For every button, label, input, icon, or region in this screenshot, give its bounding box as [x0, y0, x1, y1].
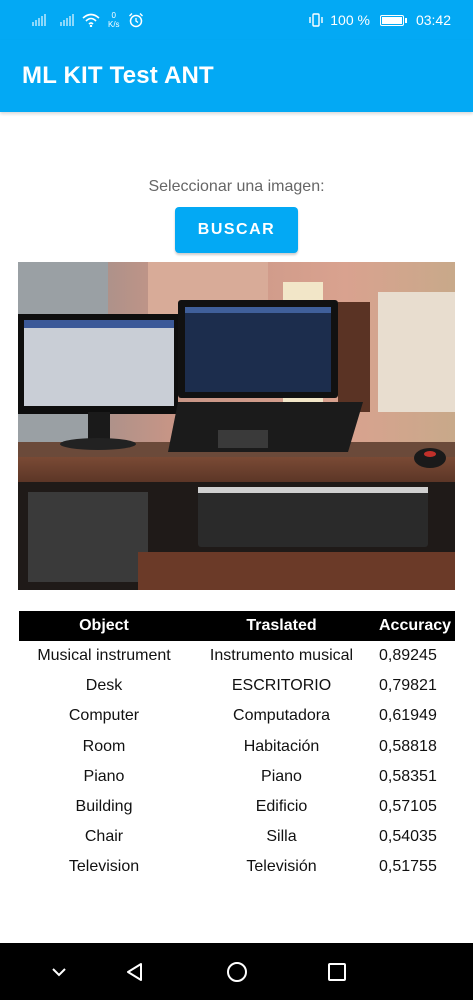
translated-cell: Piano	[261, 767, 302, 785]
header-translated: Traslated	[189, 611, 374, 641]
table-row: Television Televisión 0,51755	[19, 852, 455, 882]
object-cell: Musical instrument	[37, 647, 171, 665]
accuracy-cell: 0,57105	[379, 798, 437, 816]
navigation-bar	[0, 943, 473, 1000]
object-cell: Computer	[68, 707, 140, 725]
translated-cell: Televisión	[246, 858, 317, 876]
object-cell: Chair	[84, 828, 124, 846]
status-left: 0 K/s	[32, 10, 144, 30]
wifi-icon	[82, 13, 100, 27]
status-bar: 0 K/s 100 % 03:42	[0, 0, 473, 40]
app-bar: ML KIT Test ANT	[0, 40, 473, 112]
header-object: Object	[19, 611, 189, 641]
net-speed-unit: K/s	[108, 20, 120, 29]
selected-image	[18, 262, 455, 590]
object-cell: Desk	[85, 677, 123, 695]
vibrate-icon	[309, 13, 323, 27]
accuracy-cell: 0,89245	[379, 647, 437, 665]
collapse-button[interactable]	[44, 957, 74, 987]
recents-button[interactable]	[322, 957, 352, 987]
translated-cell: Instrumento musical	[209, 647, 354, 665]
table-row: Computer Computadora 0,61949	[19, 701, 455, 731]
battery-percent: 100 %	[330, 12, 370, 28]
accuracy-cell: 0,58351	[379, 767, 437, 785]
translated-cell: ESCRITORIO	[231, 677, 332, 695]
accuracy-cell: 0,58818	[379, 737, 437, 755]
header-accuracy: Accuracy	[374, 611, 455, 641]
alarm-icon	[128, 13, 143, 28]
object-cell: Building	[75, 798, 133, 816]
recents-icon	[328, 963, 346, 981]
table-header-row: Object Traslated Accuracy	[19, 611, 455, 641]
search-button[interactable]: BUSCAR	[175, 207, 298, 253]
home-button[interactable]	[222, 957, 252, 987]
table-row: Chair Silla 0,54035	[19, 822, 455, 852]
table-row: Building Edificio 0,57105	[19, 792, 455, 822]
table-row: Musical instrument Instrumento musical 0,8…	[19, 641, 455, 671]
clock: 03:42	[415, 12, 451, 28]
table-row: Room Habitación 0,58818	[19, 732, 455, 762]
collapse-icon	[52, 968, 66, 977]
select-image-label: Seleccionar una imagen:	[148, 178, 325, 195]
object-cell: Television	[68, 858, 140, 876]
object-cell: Piano	[83, 767, 125, 785]
accuracy-cell: 0,54035	[379, 828, 437, 846]
accuracy-cell: 0,51755	[379, 858, 437, 876]
app-title: ML KIT Test ANT	[22, 62, 214, 89]
signal-icon	[32, 14, 46, 26]
table-row: Desk ESCRITORIO 0,79821	[19, 671, 455, 701]
results-table: Object Traslated Accuracy Musical instru…	[19, 611, 455, 883]
accuracy-cell: 0,61949	[379, 707, 437, 725]
table-row: Piano Piano 0,58351	[19, 762, 455, 792]
battery-icon	[379, 14, 407, 26]
signal-icon	[60, 14, 74, 26]
net-speed: 0 K/s	[108, 11, 120, 29]
accuracy-cell: 0,79821	[379, 677, 437, 695]
translated-cell: Habitación	[243, 737, 320, 755]
status-right: 100 % 03:42	[308, 10, 451, 30]
translated-cell: Computadora	[233, 707, 330, 725]
translated-cell: Edificio	[255, 798, 308, 816]
net-speed-value: 0	[111, 11, 116, 20]
back-button[interactable]	[120, 957, 150, 987]
home-icon	[227, 962, 247, 982]
translated-cell: Silla	[266, 828, 297, 846]
object-cell: Room	[82, 737, 126, 755]
back-icon	[127, 963, 142, 981]
